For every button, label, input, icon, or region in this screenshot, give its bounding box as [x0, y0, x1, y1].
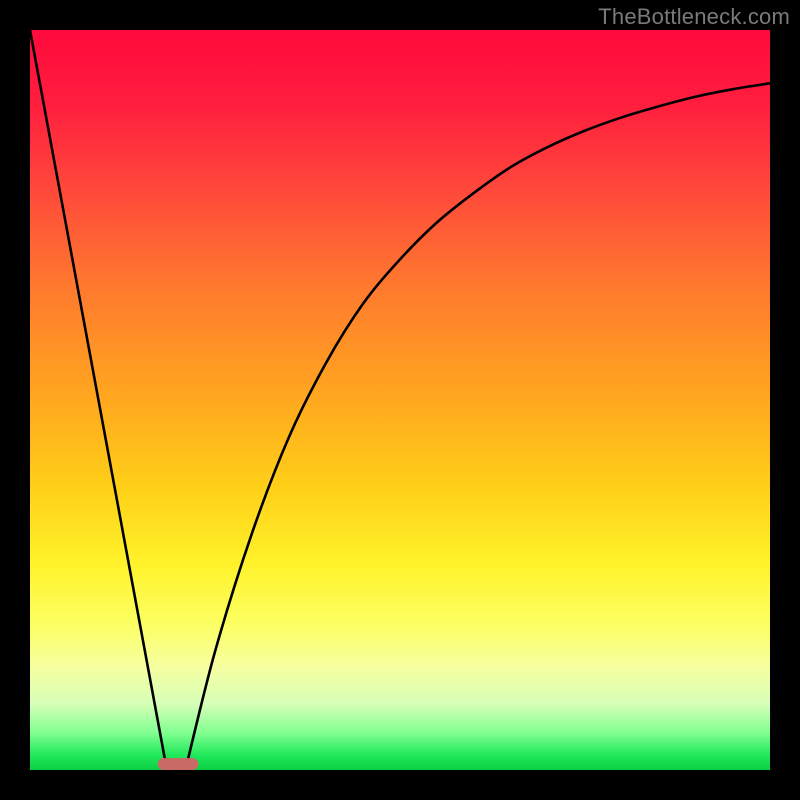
optimum-marker: [158, 758, 199, 770]
plot-area: [30, 30, 770, 770]
curve-path: [30, 30, 770, 770]
watermark-text: TheBottleneck.com: [598, 4, 790, 30]
chart-frame: TheBottleneck.com: [0, 0, 800, 800]
curve-svg: [30, 30, 770, 770]
